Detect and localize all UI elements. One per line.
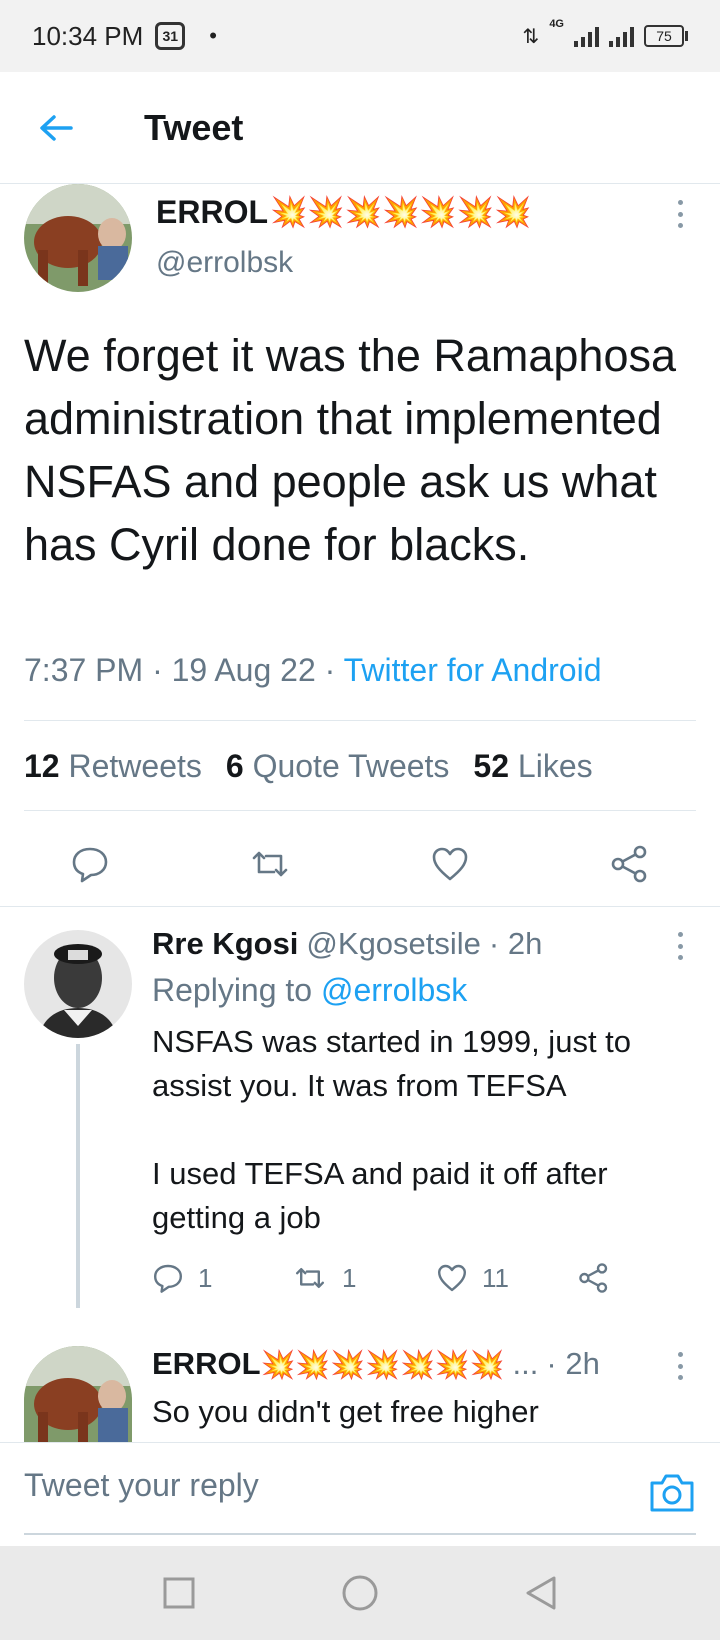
reply-author-handle: @Kgosetsile	[306, 926, 481, 961]
replying-to: Replying to @errolbsk	[152, 972, 468, 1008]
reply-author-name[interactable]: Rre Kgosi	[152, 926, 298, 962]
network-type: 4G	[549, 17, 564, 30]
tweet-time: 7:37 PM	[24, 652, 144, 688]
name-truncation: ...	[512, 1346, 539, 1381]
reply-author-avatar[interactable]	[24, 930, 132, 1038]
reply-header: ERROL 💥💥💥💥💥💥💥 ... · 2h	[152, 1346, 600, 1382]
reply-icon	[154, 1264, 182, 1293]
share-button[interactable]	[600, 834, 660, 894]
heart-icon	[438, 1264, 466, 1292]
reply-text: So you didn't get free higher	[152, 1394, 539, 1429]
signal-icon	[574, 25, 599, 47]
back-button[interactable]	[26, 98, 86, 158]
divider	[24, 720, 696, 721]
reply-like-button[interactable]: 11	[436, 1262, 509, 1294]
reply-action-bar: 1 1 11	[152, 1262, 632, 1306]
square-icon	[163, 1577, 195, 1609]
circle-icon	[342, 1575, 378, 1611]
author-handle: @errolbsk	[156, 246, 294, 279]
avatar-image	[24, 1346, 132, 1442]
reply-text: NSFAS was started in 1999, just to assis…	[152, 1024, 632, 1235]
input-underline	[24, 1533, 696, 1535]
reply-author-avatar[interactable]	[24, 1346, 132, 1442]
tweet-source-link[interactable]: Twitter for Android	[344, 652, 602, 688]
home-button[interactable]	[333, 1566, 387, 1620]
tweet-date: 19 Aug 22	[171, 652, 316, 688]
signal-icon-2	[609, 25, 634, 47]
reply-button[interactable]	[60, 834, 120, 894]
avatar-image	[24, 930, 132, 1038]
likes-stat[interactable]: 52 Likes	[473, 748, 592, 785]
share-icon	[579, 1263, 608, 1293]
arrow-left-icon	[40, 114, 73, 141]
back-nav-button[interactable]	[514, 1566, 568, 1620]
author-name: ERROL	[156, 194, 268, 230]
quote-tweets-stat[interactable]: 6 Quote Tweets	[226, 748, 450, 785]
replying-to-handle-link[interactable]: @errolbsk	[321, 972, 467, 1008]
reply-composer: Tweet your reply	[0, 1442, 720, 1546]
more-options-button[interactable]	[670, 194, 690, 234]
divider	[24, 810, 696, 811]
heart-icon	[432, 847, 468, 881]
author-avatar[interactable]	[24, 184, 132, 292]
reply-more-options-button[interactable]	[670, 926, 690, 966]
retweet-count: 1	[342, 1262, 357, 1293]
tweet-action-bar	[0, 826, 720, 902]
tweet-text: We forget it was the Ramaphosa administr…	[24, 330, 676, 570]
retweet-icon	[252, 851, 288, 877]
reply-input[interactable]: Tweet your reply	[24, 1467, 259, 1504]
section-divider	[0, 906, 720, 907]
reply-author-emoji: 💥💥💥💥💥💥💥	[260, 1348, 505, 1380]
reply-more-options-button[interactable]	[670, 1346, 690, 1386]
retweet-icon	[296, 1268, 324, 1288]
avatar-image	[24, 184, 132, 292]
status-indicators: ⇅ 4G 75	[522, 18, 688, 49]
reply-retweet-button[interactable]: 1	[292, 1262, 356, 1294]
tweet-timestamp: 7:37 PM · 19 Aug 22 · Twitter for Androi…	[24, 652, 602, 688]
reply-age: · 2h	[488, 926, 543, 961]
reply-icon	[72, 847, 108, 883]
battery-level: 75	[644, 25, 684, 47]
triangle-back-icon	[526, 1576, 556, 1610]
like-button[interactable]	[420, 834, 480, 894]
system-nav-bar	[0, 1546, 720, 1640]
top-app-bar: Tweet	[0, 72, 720, 184]
status-time: 10:34 PM	[32, 20, 144, 51]
reply-count: 1	[198, 1262, 213, 1293]
thread-line	[76, 1044, 80, 1308]
page-title: Tweet	[144, 106, 244, 148]
retweets-stat[interactable]: 12 Retweets	[24, 748, 202, 785]
reply-header: Rre Kgosi @Kgosetsile · 2h	[152, 926, 542, 962]
like-count: 11	[482, 1262, 509, 1293]
camera-icon	[650, 1474, 694, 1512]
retweet-button[interactable]	[240, 834, 300, 894]
data-arrows-icon: ⇅	[522, 25, 540, 48]
battery-icon: 75	[644, 25, 688, 47]
author-name-emoji: 💥💥💥💥💥💥💥	[270, 196, 532, 229]
reply-reply-button[interactable]: 1	[152, 1262, 212, 1294]
status-bar: 10:34 PM 31 • ⇅ 4G 75	[0, 0, 720, 72]
camera-button[interactable]	[648, 1471, 696, 1515]
reply-age: · 2h	[546, 1346, 600, 1381]
calendar-badge-icon: 31	[155, 22, 186, 50]
share-icon	[611, 845, 647, 883]
author-name-row[interactable]: ERROL 💥💥💥💥💥💥💥	[156, 194, 531, 231]
reply-share-button[interactable]	[578, 1262, 610, 1294]
notification-dot: •	[209, 23, 217, 48]
tweet-stats: 12 Retweets 6 Quote Tweets 52 Likes	[24, 748, 593, 785]
recents-button[interactable]	[152, 1566, 206, 1620]
reply-author-name[interactable]: ERROL	[152, 1346, 261, 1382]
